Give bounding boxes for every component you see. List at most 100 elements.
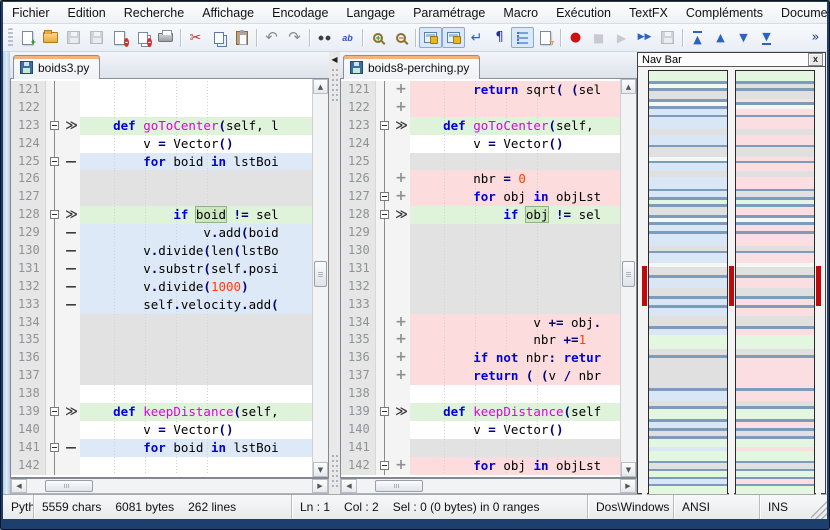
close-icon[interactable]: x <box>808 53 823 66</box>
line-number[interactable]: 128 <box>341 206 375 224</box>
fold-collapse-icon[interactable] <box>380 192 389 201</box>
fold-collapse-icon[interactable] <box>380 461 389 470</box>
code-text[interactable]: v += obj. <box>410 314 620 332</box>
code-text[interactable] <box>410 99 620 117</box>
line-number[interactable]: 123 <box>11 117 45 135</box>
line-number[interactable]: 129 <box>341 224 375 242</box>
macro-record-icon[interactable]: ● <box>564 27 587 48</box>
cut-icon[interactable]: ✂ <box>184 27 207 48</box>
nav-minimap-left[interactable] <box>648 70 728 495</box>
code-text[interactable] <box>410 260 620 278</box>
toolbar-overflow-icon[interactable]: » <box>804 27 827 48</box>
macro-stop-icon[interactable]: ■ <box>587 27 610 48</box>
macro-run-multiple-icon[interactable]: ▶▶ <box>633 27 656 48</box>
fold-collapse-icon[interactable] <box>50 443 59 452</box>
line-number[interactable]: 126 <box>341 170 375 188</box>
line-number[interactable]: 124 <box>341 135 375 153</box>
code-text[interactable] <box>410 385 620 403</box>
scrollbar-thumb[interactable] <box>45 480 93 492</box>
menu-affichage[interactable]: Affichage <box>193 2 263 23</box>
redo-icon[interactable]: ↷ <box>283 27 306 48</box>
code-text[interactable] <box>80 385 312 403</box>
code-text[interactable]: v = Vector() <box>410 421 620 439</box>
line-number[interactable]: 135 <box>341 331 375 349</box>
code-text[interactable]: for boid in lstBoi <box>80 153 312 171</box>
menu-compl-ments[interactable]: Compléments <box>677 2 772 23</box>
line-number[interactable]: 142 <box>11 457 45 475</box>
scroll-left-icon[interactable]: ◀ <box>11 479 27 493</box>
compare-last-diff-icon[interactable]: ▼ <box>755 27 778 48</box>
line-number[interactable]: 141 <box>341 439 375 457</box>
save-all-icon[interactable] <box>85 27 108 48</box>
code-text[interactable]: def goToCenter(self, <box>410 117 620 135</box>
code-text[interactable]: v.substr(self.posi <box>80 260 312 278</box>
fold-collapse-icon[interactable] <box>50 121 59 130</box>
scrollbar-thumb[interactable] <box>314 261 327 287</box>
code-text[interactable] <box>410 439 620 457</box>
menu-recherche[interactable]: Recherche <box>115 2 193 23</box>
collapse-left-icon[interactable]: ◀ <box>331 55 337 64</box>
line-number[interactable]: 138 <box>341 385 375 403</box>
line-number[interactable]: 129 <box>11 224 45 242</box>
line-number[interactable]: 137 <box>11 367 45 385</box>
code-text[interactable]: v.divide(len(lstBo <box>80 242 312 260</box>
fold-collapse-icon[interactable] <box>380 407 389 416</box>
close-file-icon[interactable]: - <box>108 27 131 48</box>
code-text[interactable]: for obj in objLst <box>410 457 620 475</box>
line-number[interactable]: 141 <box>11 439 45 457</box>
word-wrap-icon[interactable]: ↵ <box>465 27 488 48</box>
scroll-down-icon[interactable]: ▼ <box>313 462 328 477</box>
copy-icon[interactable] <box>207 27 230 48</box>
line-number[interactable]: 124 <box>11 135 45 153</box>
sync-vertical-scroll-icon[interactable] <box>419 27 442 48</box>
line-number[interactable]: 125 <box>11 153 45 171</box>
line-number[interactable]: 128 <box>11 206 45 224</box>
line-number[interactable]: 126 <box>11 170 45 188</box>
line-number[interactable]: 130 <box>11 242 45 260</box>
line-number[interactable]: 135 <box>11 331 45 349</box>
line-number[interactable]: 121 <box>341 81 375 99</box>
code-text[interactable] <box>410 278 620 296</box>
line-number[interactable]: 130 <box>341 242 375 260</box>
right-horizontal-scrollbar[interactable]: ◀ ▶ <box>340 478 637 494</box>
code-text[interactable]: v.divide(1000) <box>80 278 312 296</box>
fold-collapse-icon[interactable] <box>380 121 389 130</box>
left-editor[interactable]: 121122123≫ def goToCenter(self, l124 v =… <box>10 79 329 478</box>
indent-guide-icon[interactable] <box>511 27 534 48</box>
fold-collapse-icon[interactable] <box>50 407 59 416</box>
code-text[interactable]: v = Vector() <box>410 135 620 153</box>
find-icon[interactable] <box>313 27 336 48</box>
line-number[interactable]: 139 <box>341 403 375 421</box>
menu-encodage[interactable]: Encodage <box>263 2 337 23</box>
code-text[interactable] <box>410 242 620 260</box>
line-number[interactable]: 122 <box>341 99 375 117</box>
scroll-up-icon[interactable]: ▲ <box>621 79 636 94</box>
code-text[interactable] <box>410 153 620 171</box>
menu-fichier[interactable]: Fichier <box>3 2 59 23</box>
line-number[interactable]: 137 <box>341 367 375 385</box>
scroll-right-icon[interactable]: ▶ <box>312 479 328 493</box>
line-number[interactable]: 138 <box>11 385 45 403</box>
scrollbar-thumb[interactable] <box>375 480 423 492</box>
menu-documents[interactable]: Documents <box>772 2 827 23</box>
line-number[interactable]: 134 <box>11 314 45 332</box>
show-all-characters-icon[interactable]: ¶ <box>488 27 511 48</box>
code-text[interactable] <box>80 314 312 332</box>
line-number[interactable]: 142 <box>341 457 375 475</box>
code-text[interactable]: for boid in lstBoi <box>80 439 312 457</box>
code-text[interactable] <box>410 296 620 314</box>
line-number[interactable]: 134 <box>341 314 375 332</box>
code-text[interactable]: v.add(boid <box>80 224 312 242</box>
scroll-down-icon[interactable]: ▼ <box>621 462 636 477</box>
menu-langage[interactable]: Langage <box>337 2 404 23</box>
line-number[interactable]: 140 <box>341 421 375 439</box>
scrollbar-thumb[interactable] <box>622 261 635 287</box>
close-all-icon[interactable]: - <box>131 27 154 48</box>
code-text[interactable]: for obj in objLst <box>410 188 620 206</box>
toolbar-grip[interactable] <box>8 28 13 48</box>
line-number[interactable]: 127 <box>11 188 45 206</box>
code-text[interactable]: v = Vector() <box>80 421 312 439</box>
line-number[interactable]: 127 <box>341 188 375 206</box>
menu-macro[interactable]: Macro <box>494 2 547 23</box>
code-text[interactable]: self.velocity.add( <box>80 296 312 314</box>
